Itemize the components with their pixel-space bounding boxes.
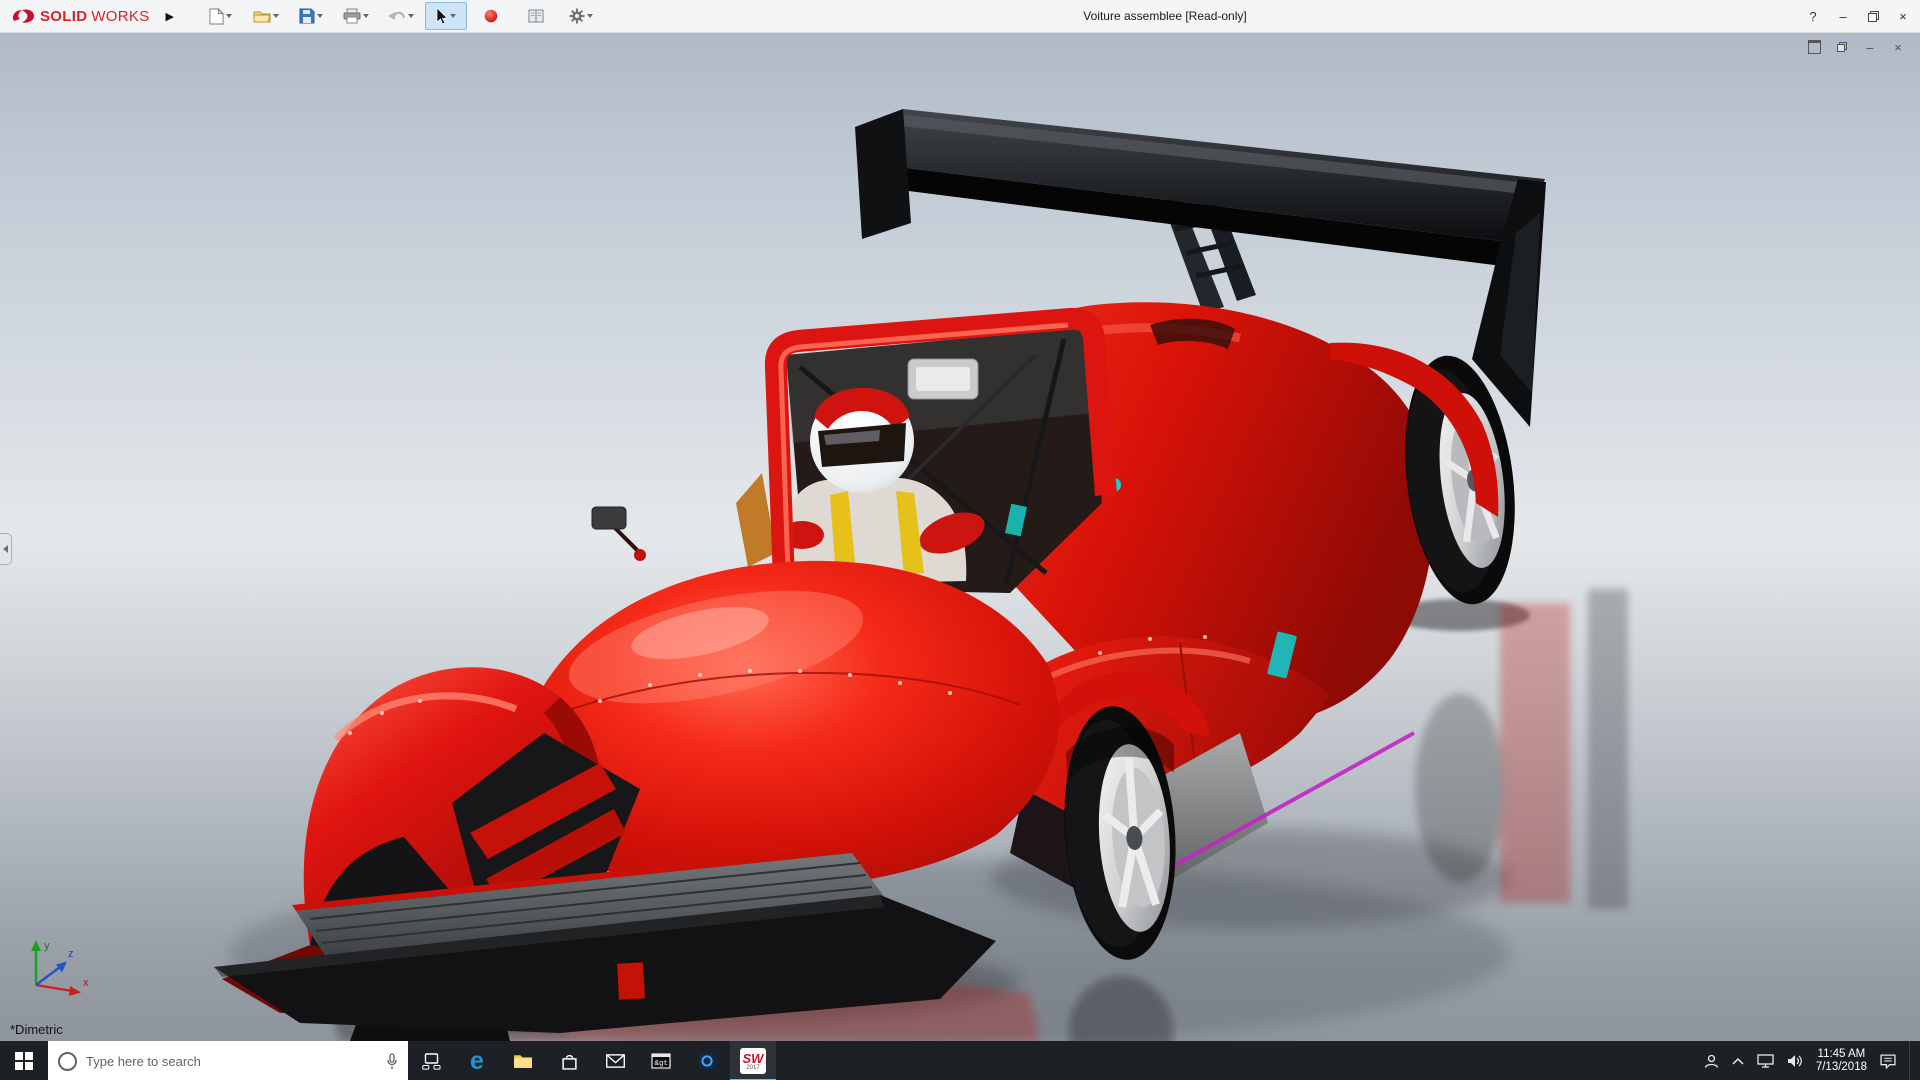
menu-flyout-arrow[interactable]: ▶ (166, 10, 174, 23)
red-ball-icon (484, 9, 498, 23)
dropdown-caret[interactable] (408, 14, 414, 18)
select-cursor-icon (436, 8, 448, 24)
logo-text-solid: SOLID (40, 8, 87, 25)
chevron-up-icon (1732, 1057, 1744, 1065)
design-library-icon (528, 9, 544, 23)
mail-icon (606, 1054, 625, 1068)
help-button[interactable]: ? (1798, 0, 1828, 32)
dropdown-caret[interactable] (587, 14, 593, 18)
print-icon (343, 8, 361, 24)
taskbar-file-explorer[interactable] (500, 1041, 546, 1080)
new-document-button[interactable] (200, 2, 242, 30)
windows-taskbar: Type here to search e (0, 1041, 1920, 1080)
taskbar-search[interactable]: Type here to search (48, 1041, 408, 1080)
design-library-button[interactable] (515, 2, 557, 30)
titlebar: SOLIDWORKS ▶ (0, 0, 1920, 33)
open-folder-icon (253, 8, 271, 24)
action-center-button[interactable] (1880, 1054, 1896, 1069)
taskbar-store[interactable] (546, 1041, 592, 1080)
task-view-button[interactable] (408, 1041, 454, 1080)
dropdown-caret[interactable] (226, 14, 232, 18)
options-button[interactable] (560, 2, 602, 30)
restore-button[interactable] (1858, 0, 1888, 32)
windows-logo-icon (15, 1052, 33, 1070)
macro-button[interactable] (470, 2, 512, 30)
command-prompt-icon: &gt;_ (651, 1053, 671, 1069)
car-model[interactable] (0, 33, 1920, 1041)
doc-minimize-button[interactable]: – (1862, 39, 1878, 55)
solidworks-logo: SOLIDWORKS (0, 7, 150, 25)
taskbar-clock[interactable]: 11:45 AM 7/13/2018 (1816, 1048, 1867, 1074)
dropdown-caret[interactable] (450, 14, 456, 18)
panel-collapse-tab[interactable] (0, 533, 12, 565)
undo-icon (388, 9, 406, 23)
dropdown-caret[interactable] (273, 14, 279, 18)
sw-label: SW (743, 1052, 764, 1065)
close-button[interactable]: × (1888, 0, 1918, 32)
ds-logo-icon (10, 7, 36, 25)
store-bag-icon (561, 1053, 578, 1070)
select-tool-button[interactable] (425, 2, 467, 30)
collapse-arrow-icon (3, 545, 8, 553)
solidworks-window: SOLIDWORKS ▶ (0, 0, 1920, 1080)
start-button[interactable] (0, 1041, 48, 1080)
network-button[interactable] (1757, 1054, 1774, 1068)
graphics-viewport[interactable]: – × y x z *Dimetric (0, 33, 1920, 1041)
taskbar-media-app[interactable] (684, 1041, 730, 1080)
media-app-icon (698, 1052, 716, 1070)
doc-restore-button[interactable] (1834, 39, 1850, 55)
show-desktop-button[interactable] (1909, 1041, 1916, 1080)
network-icon (1757, 1054, 1774, 1068)
gear-icon (569, 8, 585, 24)
save-floppy-icon (299, 8, 315, 24)
axis-z-label: z (68, 948, 74, 960)
clock-date: 7/13/2018 (1816, 1061, 1867, 1074)
open-button[interactable] (245, 2, 287, 30)
document-window-controls: – × (1806, 39, 1906, 55)
search-placeholder: Type here to search (86, 1054, 377, 1069)
quick-toolbar (200, 2, 602, 30)
center-mirror (908, 359, 978, 399)
doc-frame-button[interactable] (1806, 39, 1822, 55)
dropdown-caret[interactable] (363, 14, 369, 18)
doc-restore-icon (1837, 42, 1847, 52)
cortana-icon (58, 1052, 77, 1071)
save-button[interactable] (290, 2, 332, 30)
microphone-icon[interactable] (386, 1053, 398, 1070)
logo-text-works: WORKS (91, 8, 149, 25)
sw-year: 2017 (746, 1065, 759, 1071)
minimize-button[interactable]: – (1828, 0, 1858, 32)
new-document-icon (209, 8, 224, 25)
axis-y-label: y (44, 940, 50, 952)
doc-close-button[interactable]: × (1890, 39, 1906, 55)
people-icon (1704, 1054, 1719, 1069)
taskbar-solidworks[interactable]: SW 2017 (730, 1041, 776, 1080)
action-center-icon (1880, 1054, 1896, 1069)
edge-icon: e (470, 1049, 484, 1074)
clock-time: 11:45 AM (1816, 1048, 1867, 1061)
taskbar-command-prompt[interactable]: &gt;_ (638, 1041, 684, 1080)
taskbar-edge[interactable]: e (454, 1041, 500, 1080)
volume-icon (1787, 1054, 1803, 1068)
side-mirror (592, 507, 646, 561)
undo-button[interactable] (380, 2, 422, 30)
dropdown-caret[interactable] (317, 14, 323, 18)
window-title: Voiture assemblee [Read-only] (1083, 9, 1246, 23)
system-tray: 11:45 AM 7/13/2018 (1704, 1041, 1920, 1080)
task-view-icon (422, 1053, 441, 1070)
view-orientation-label: *Dimetric (10, 1022, 63, 1037)
volume-button[interactable] (1787, 1054, 1803, 1068)
print-button[interactable] (335, 2, 377, 30)
people-button[interactable] (1704, 1054, 1719, 1069)
taskbar-mail[interactable] (592, 1041, 638, 1080)
axis-x-label: x (83, 977, 89, 989)
hidden-icons-button[interactable] (1732, 1057, 1744, 1065)
reference-triad: y x z (14, 935, 100, 1005)
restore-icon (1868, 11, 1879, 22)
doc-frame-icon (1808, 40, 1821, 54)
solidworks-2017-icon: SW 2017 (740, 1048, 766, 1074)
window-controls: ? – × (1798, 0, 1918, 32)
file-explorer-icon (513, 1053, 533, 1069)
terminal-prompt: &gt;_ (655, 1060, 672, 1068)
